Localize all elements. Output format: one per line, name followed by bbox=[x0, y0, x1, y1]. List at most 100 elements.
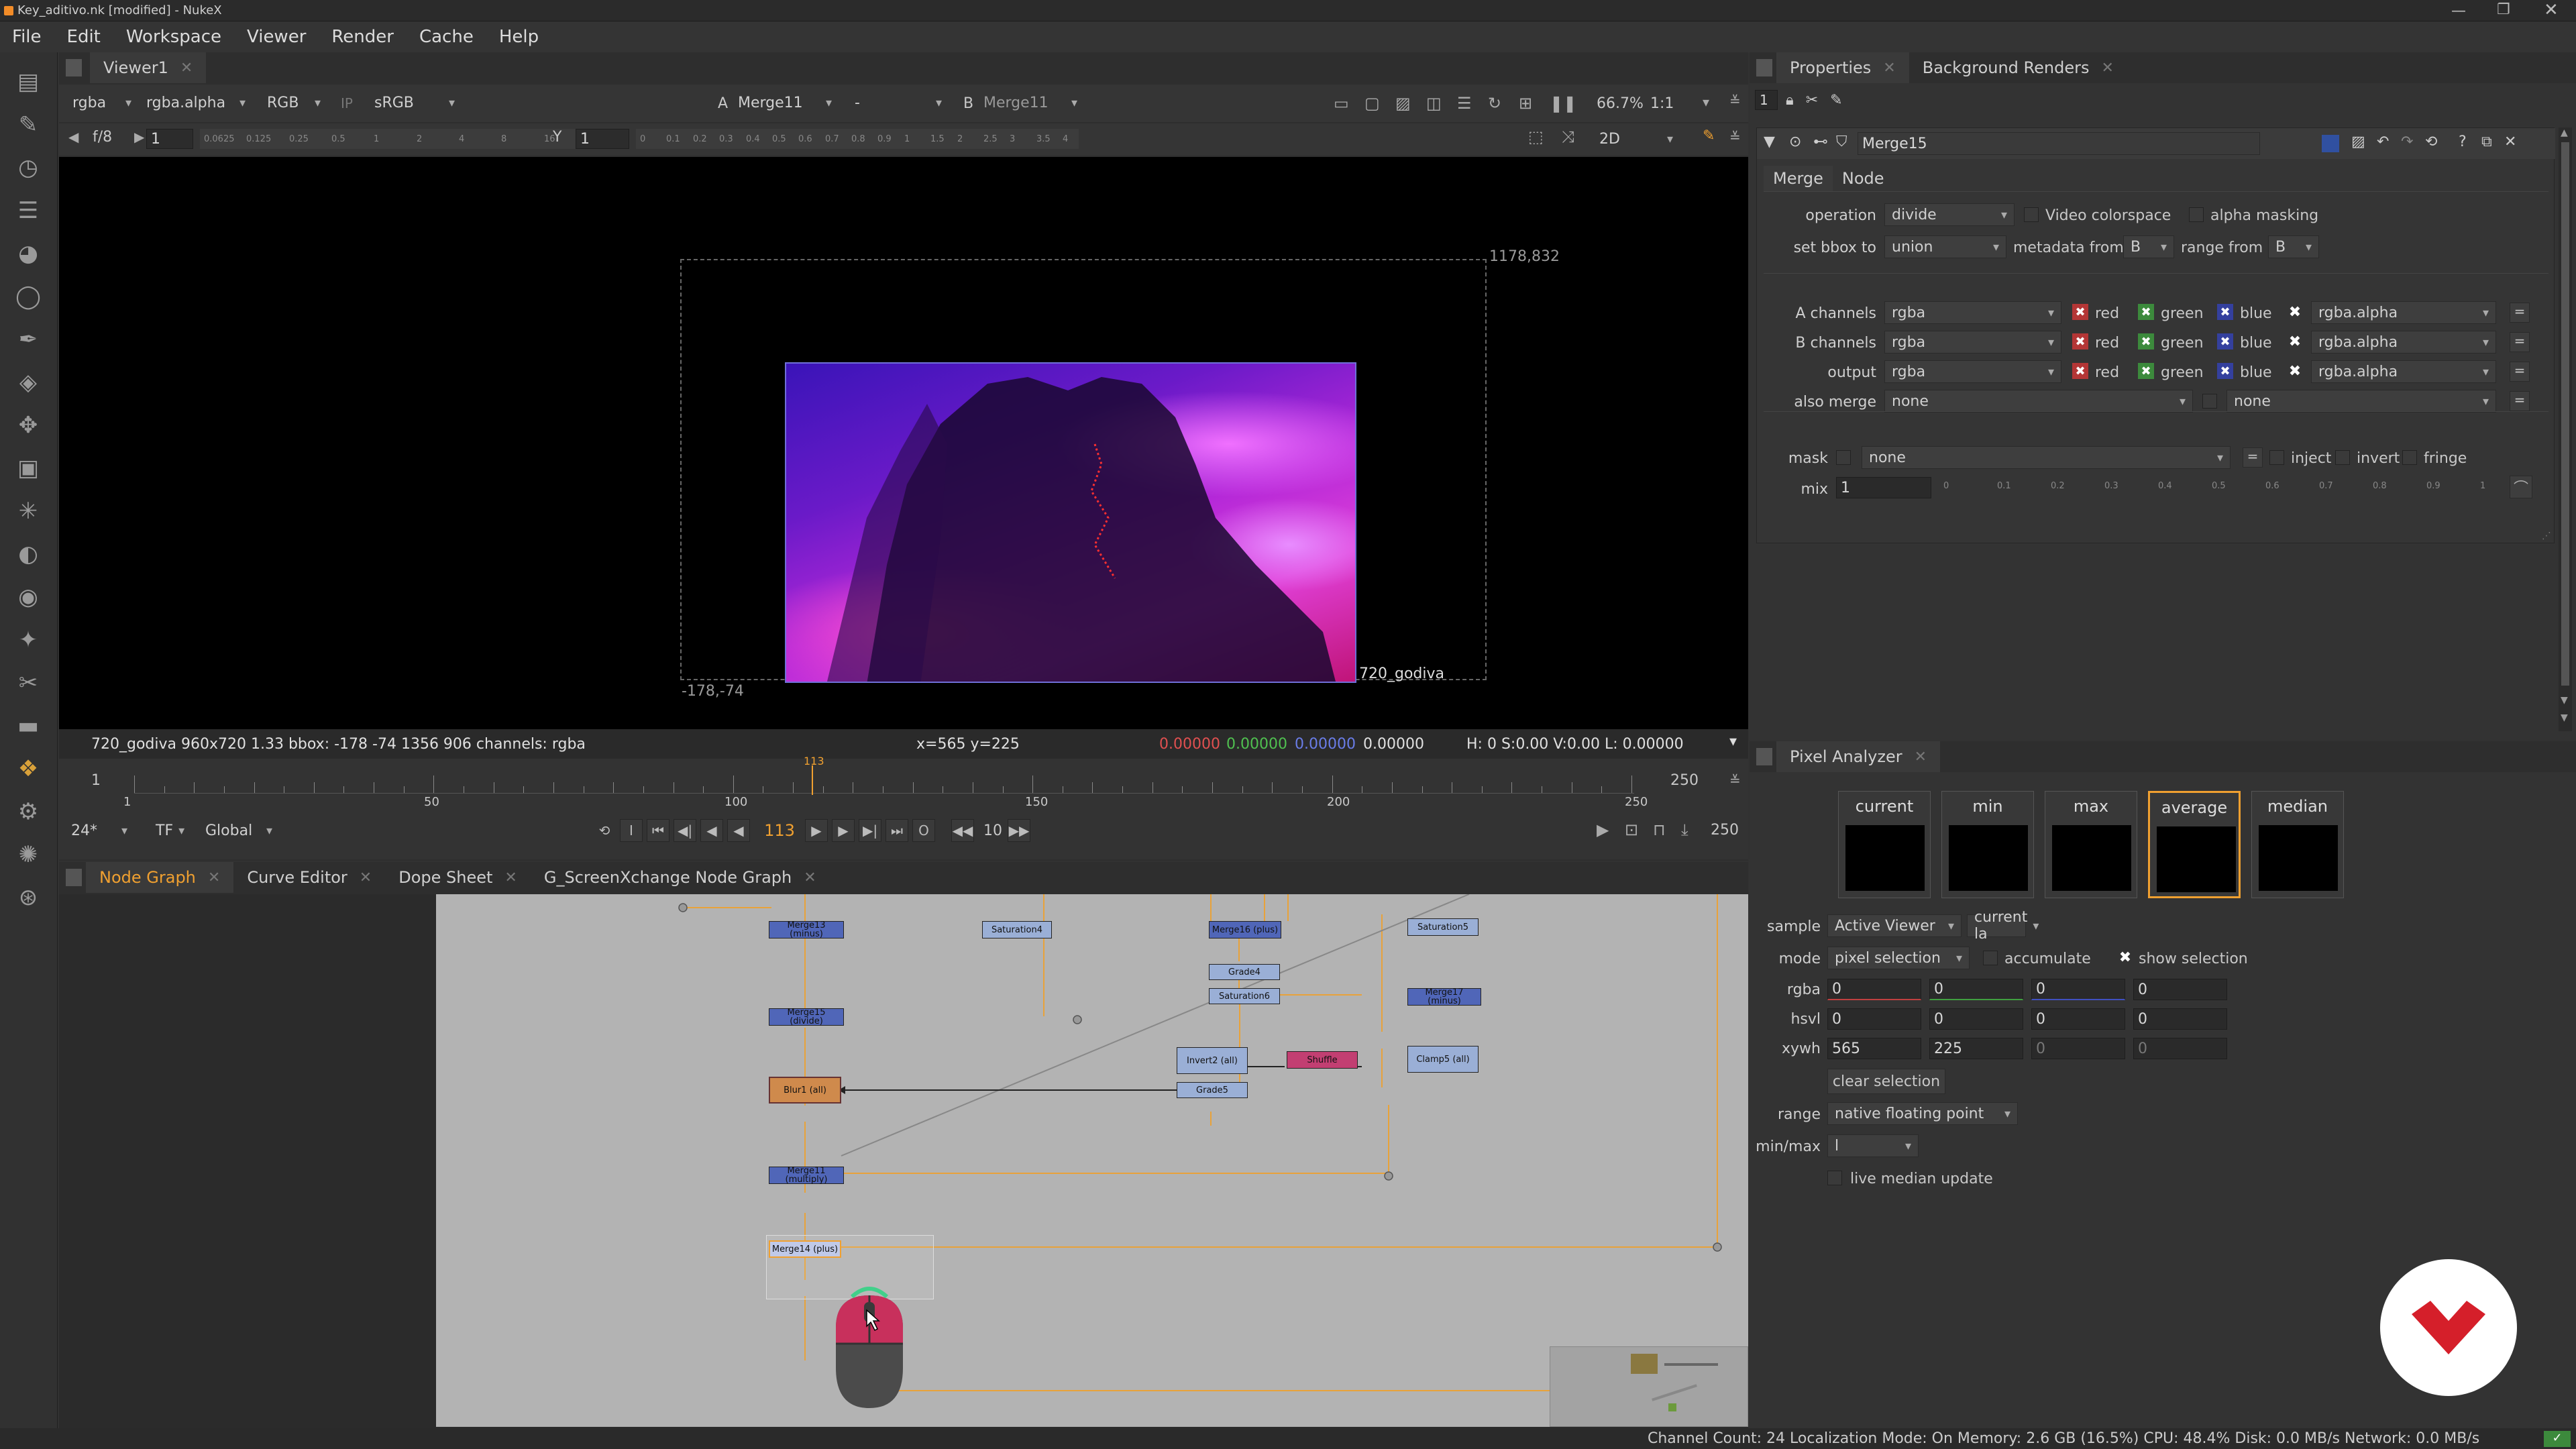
a-channels-alpha-dropdown[interactable]: rgba.alpha bbox=[2311, 301, 2496, 324]
revert-icon[interactable]: ⟲ bbox=[2425, 133, 2437, 150]
proxy-icon[interactable]: ◫ bbox=[1426, 94, 1442, 113]
mode-dropdown[interactable]: pixel selection bbox=[1827, 947, 1970, 969]
node-merge16[interactable]: Merge16 (plus) bbox=[1209, 921, 1281, 938]
prev-keyframe-button[interactable]: ◀| bbox=[674, 819, 696, 842]
input-process-toggle[interactable]: IP bbox=[341, 95, 353, 111]
keyer-tool-icon[interactable]: ✒ bbox=[12, 323, 44, 356]
node-clamp5[interactable]: Clamp5 (all) bbox=[1407, 1046, 1479, 1073]
filter-tool-icon[interactable]: ◯ bbox=[12, 280, 44, 313]
end-frame-field[interactable]: 250 bbox=[1711, 822, 1739, 839]
menu-viewer[interactable]: Viewer bbox=[247, 27, 306, 47]
xywh-h-field[interactable]: 0 bbox=[2133, 1038, 2227, 1059]
xywh-x-field[interactable]: 565 bbox=[1827, 1038, 1921, 1059]
prev-frame-button[interactable]: ◀ bbox=[700, 819, 723, 842]
menu-file[interactable]: File bbox=[12, 27, 42, 47]
output-alpha-checkbox[interactable]: ✖ bbox=[2287, 363, 2303, 380]
rgba-g-field[interactable]: 0 bbox=[1929, 979, 2023, 1000]
curve-icon[interactable]: ⌒ bbox=[2510, 476, 2532, 498]
draw-tool-icon[interactable]: ✎ bbox=[12, 109, 44, 141]
node-merge14[interactable]: Merge14 (plus) bbox=[769, 1240, 841, 1258]
viewer-expand-icon-2[interactable]: ≚ bbox=[1729, 129, 1741, 145]
region-select-icon[interactable]: ⬚ bbox=[1528, 127, 1544, 146]
xywh-w-field[interactable]: 0 bbox=[2031, 1038, 2125, 1059]
output-alpha-dropdown[interactable]: rgba.alpha bbox=[2311, 360, 2496, 383]
frame-step-field[interactable]: 10 bbox=[978, 822, 1008, 839]
a-channels-red-checkbox[interactable]: ✖ bbox=[2072, 304, 2088, 320]
downscale-icon[interactable]: ☰ bbox=[1457, 94, 1472, 113]
mask-checkbox[interactable] bbox=[1836, 450, 1851, 465]
gl-color-icon[interactable]: ▨ bbox=[2351, 133, 2365, 150]
metadata-dropdown[interactable]: B bbox=[2123, 235, 2174, 258]
view-node-icon[interactable]: ⊙ bbox=[1789, 133, 1801, 150]
alpha-masking-checkbox[interactable] bbox=[2189, 207, 2204, 222]
toolsets-tool-icon[interactable]: ✂ bbox=[12, 667, 44, 699]
inject-checkbox[interactable] bbox=[2269, 450, 2284, 465]
gamma-field[interactable]: 1 bbox=[576, 129, 629, 149]
close-window-button[interactable]: ✕ bbox=[2544, 0, 2559, 20]
loop-icon[interactable]: ⟲ bbox=[593, 819, 616, 842]
sample-layer-dropdown[interactable]: current la bbox=[1967, 909, 2027, 943]
clipping-warning-icon[interactable]: ▨ bbox=[1395, 94, 1411, 113]
alpha-channel-dropdown[interactable]: rgba.alpha bbox=[140, 91, 252, 114]
invert-checkbox[interactable] bbox=[2335, 450, 2350, 465]
help-icon[interactable]: ? bbox=[2459, 133, 2467, 150]
metadata-tool-icon[interactable]: ✦ bbox=[12, 624, 44, 656]
tf-dropdown[interactable]: TF bbox=[149, 819, 191, 842]
first-frame-button[interactable]: ⏮ bbox=[647, 819, 669, 842]
display-channels-dropdown[interactable]: RGB bbox=[260, 91, 327, 114]
views-tool-icon[interactable]: ◉ bbox=[12, 581, 44, 613]
subtab-merge[interactable]: Merge bbox=[1764, 166, 1833, 191]
export-icon[interactable]: ⤓ bbox=[1681, 820, 1688, 839]
b-channels-dropdown[interactable]: rgba bbox=[1884, 331, 2061, 354]
pause-icon[interactable]: ❚❚ bbox=[1550, 94, 1576, 113]
view-mode-dropdown[interactable]: 2D bbox=[1593, 127, 1680, 150]
a-channels-dropdown[interactable]: rgba bbox=[1884, 301, 2061, 324]
deep-tool-icon[interactable]: ◐ bbox=[12, 538, 44, 570]
tab-pixel-analyzer[interactable]: Pixel Analyzer ✕ bbox=[1776, 741, 1941, 772]
swatch-min[interactable]: min bbox=[1941, 791, 2034, 898]
b-channels-alpha-dropdown[interactable]: rgba.alpha bbox=[2311, 331, 2496, 354]
max-panels-field[interactable]: 1 bbox=[1755, 90, 1778, 110]
node-blur[interactable]: Blur1 (all) bbox=[769, 1077, 841, 1104]
b-channels-alpha-checkbox[interactable]: ✖ bbox=[2287, 333, 2303, 350]
zoom-level[interactable]: 66.7% bbox=[1597, 95, 1644, 112]
hsvl-h-field[interactable]: 0 bbox=[1827, 1008, 1921, 1030]
restore-button[interactable]: ❐ bbox=[2497, 1, 2510, 18]
output-link-button[interactable]: = bbox=[2510, 362, 2530, 382]
tile-color-button[interactable] bbox=[2322, 135, 2339, 152]
swatch-current[interactable]: current bbox=[1838, 791, 1931, 898]
timeline-expand-icon[interactable]: ≚ bbox=[1729, 772, 1741, 788]
node-merge15[interactable]: Merge15 (divide) bbox=[769, 1008, 844, 1026]
info-menu-icon[interactable]: ▾ bbox=[1729, 733, 1737, 750]
other-tool-icon[interactable]: ▬ bbox=[12, 710, 44, 742]
refresh-icon[interactable]: ↻ bbox=[1488, 94, 1501, 113]
also-merge-checkbox[interactable] bbox=[2202, 394, 2217, 409]
fstop-right-arrow[interactable]: ▶ bbox=[134, 129, 144, 145]
show-selection-checkbox[interactable]: ✖ bbox=[2117, 949, 2133, 966]
float-panel-icon[interactable]: ⧉ bbox=[2481, 133, 2492, 150]
node-saturation6[interactable]: Saturation6 bbox=[1209, 988, 1280, 1004]
range-scope-dropdown[interactable]: Global bbox=[199, 819, 279, 842]
channel-tool-icon[interactable]: ☰ bbox=[12, 195, 44, 227]
swatch-average[interactable]: average bbox=[2148, 791, 2241, 898]
clear-panels-icon[interactable]: ✂ bbox=[1806, 92, 1818, 109]
resize-grip-icon[interactable]: ⋰ bbox=[2542, 531, 2551, 541]
output-green-checkbox[interactable]: ✖ bbox=[2138, 363, 2154, 379]
range-dropdown[interactable]: B bbox=[2268, 235, 2319, 258]
hsvl-v-field[interactable]: 0 bbox=[2031, 1008, 2125, 1030]
minimize-button[interactable]: — bbox=[2451, 3, 2466, 19]
node-invert2[interactable]: Invert2 (all) bbox=[1177, 1047, 1248, 1074]
plugin-tool-icon[interactable]: ✺ bbox=[12, 839, 44, 871]
subtab-node[interactable]: Node bbox=[1833, 166, 1894, 191]
also-merge-link-button[interactable]: = bbox=[2510, 391, 2530, 411]
output-dropdown[interactable]: rgba bbox=[1884, 360, 2061, 383]
tab-background-renders[interactable]: Background Renders ✕ bbox=[1909, 52, 2127, 83]
fstop-left-arrow[interactable]: ◀ bbox=[68, 129, 78, 145]
lock-panels-icon[interactable]: 🔒︎ bbox=[1786, 92, 1794, 109]
xywh-y-field[interactable]: 225 bbox=[1929, 1038, 2023, 1059]
operation-dropdown[interactable]: divide bbox=[1884, 203, 2015, 226]
timeline-ruler[interactable] bbox=[134, 767, 1634, 794]
clear-selection-button[interactable]: clear selection bbox=[1827, 1069, 1945, 1094]
pixel-ratio[interactable]: 1:1 bbox=[1650, 95, 1674, 112]
tab-node-graph[interactable]: Node Graph ✕ bbox=[86, 862, 234, 893]
